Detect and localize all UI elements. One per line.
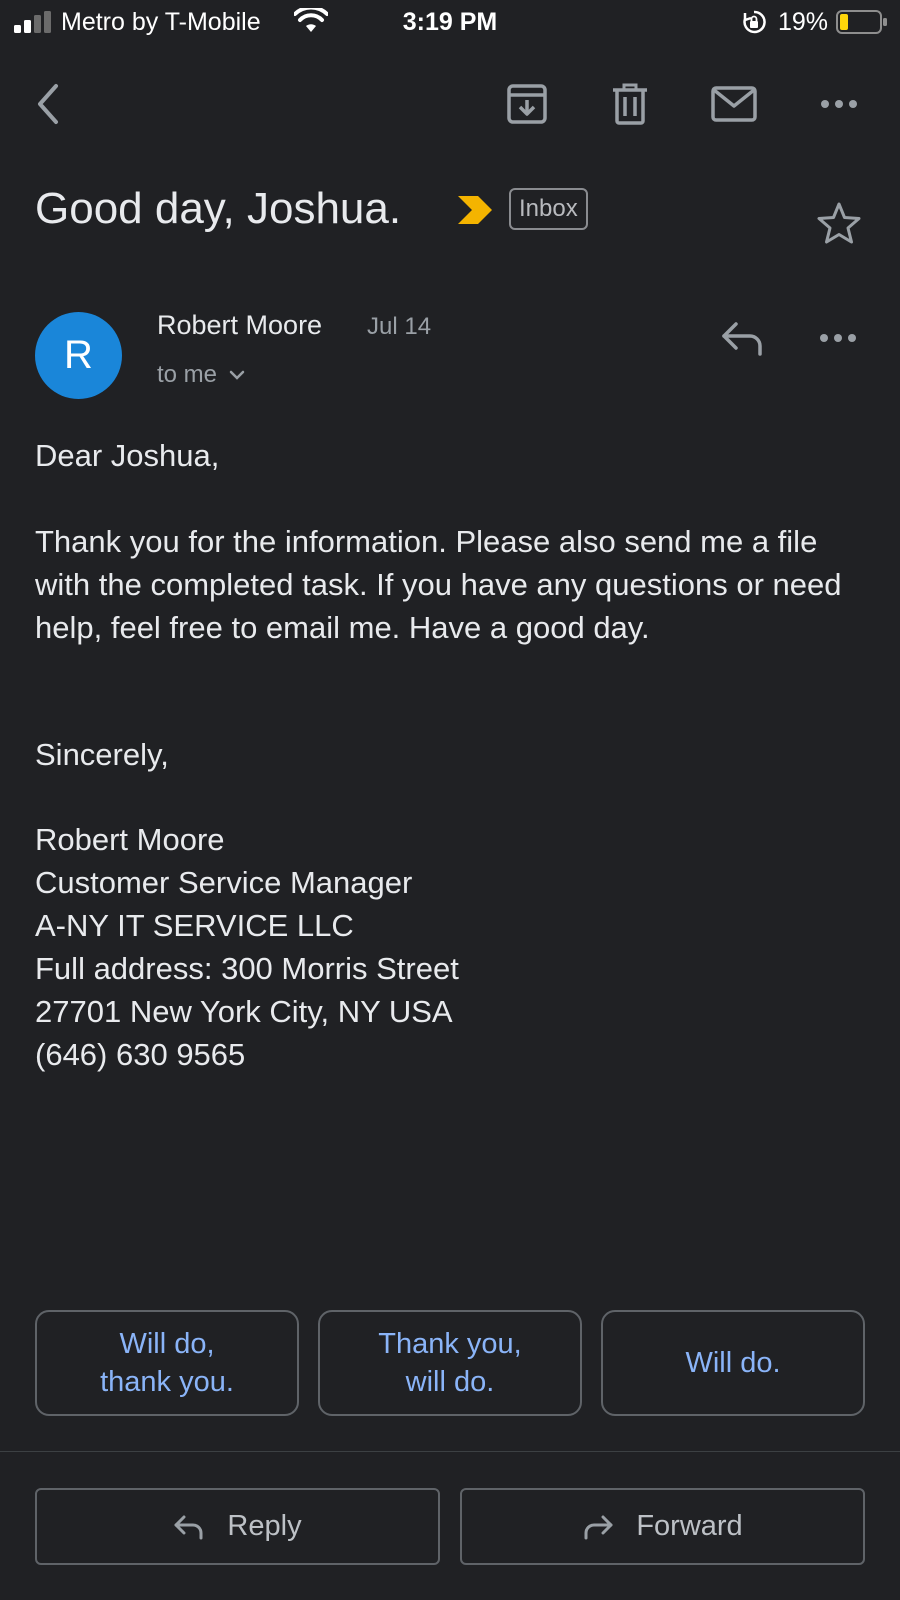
delete-button[interactable] [606, 80, 654, 128]
back-button[interactable] [24, 80, 72, 128]
smart-reply-button[interactable]: Thank you, will do. [318, 1310, 582, 1416]
battery-icon [836, 10, 887, 34]
greeting: Dear Joshua, [35, 438, 220, 473]
forward-icon [584, 1515, 613, 1539]
divider [0, 1451, 900, 1452]
signature-line: 27701 New York City, NY USA [35, 994, 453, 1029]
orientation-lock-icon [743, 10, 766, 34]
reply-label: Reply [227, 1510, 302, 1542]
battery-percent: 19% [778, 8, 829, 36]
signature-line: A-NY IT SERVICE LLC [35, 908, 354, 943]
archive-button[interactable] [503, 80, 551, 128]
recipient-text: to me [157, 361, 218, 388]
subject-row: Good day, Joshua. Inbox [35, 182, 865, 252]
inbox-label[interactable]: Inbox [509, 188, 588, 230]
smart-reply-text: Will do. [685, 1347, 781, 1379]
message-paragraph: Thank you for the information. Please al… [35, 524, 842, 645]
smart-reply-text: will do. [405, 1366, 495, 1398]
back-icon [38, 84, 58, 124]
reply-button[interactable]: Reply [35, 1488, 440, 1565]
delete-icon [613, 83, 647, 125]
reply-icon [174, 1515, 203, 1539]
archive-icon [507, 84, 547, 124]
smart-reply-text: Will do, [119, 1328, 215, 1360]
more-options-button[interactable] [815, 80, 863, 128]
email-subject: Good day, Joshua. [35, 184, 402, 233]
smart-reply-text: Thank you, [378, 1328, 522, 1360]
email-screen: Metro by T-Mobile 3:19 PM 19% Good day, … [0, 0, 900, 1600]
forward-button[interactable]: Forward [460, 1488, 865, 1565]
smart-reply-text: thank you. [100, 1366, 234, 1398]
mark-unread-button[interactable] [710, 80, 758, 128]
signature-line: Customer Service Manager [35, 865, 413, 900]
chevron-down-icon [229, 370, 245, 380]
smart-reply-button[interactable]: Will do, thank you. [35, 1310, 299, 1416]
signature-line: Full address: 300 Morris Street [35, 951, 459, 986]
closing: Sincerely, [35, 737, 169, 772]
sender-name[interactable]: Robert Moore [157, 310, 322, 341]
star-icon[interactable] [815, 200, 863, 248]
smart-reply-button[interactable]: Will do. [601, 1310, 865, 1416]
message-more-icon[interactable] [816, 324, 860, 352]
status-bar: Metro by T-Mobile 3:19 PM 19% [0, 0, 900, 46]
forward-label: Forward [636, 1510, 743, 1542]
more-icon [821, 100, 857, 108]
signature-line: Robert Moore [35, 822, 225, 857]
mark-unread-icon [711, 86, 757, 122]
signature-line: (646) 630 9565 [35, 1037, 246, 1072]
recipient-details-toggle[interactable]: to me [157, 361, 245, 389]
reply-icon[interactable] [718, 316, 768, 360]
sender-avatar[interactable]: R [35, 312, 122, 399]
sent-date: Jul 14 [367, 313, 432, 340]
signature: Robert Moore Customer Service Manager A-… [35, 818, 865, 1076]
importance-marker-icon[interactable] [456, 192, 496, 228]
toolbar [0, 64, 900, 144]
